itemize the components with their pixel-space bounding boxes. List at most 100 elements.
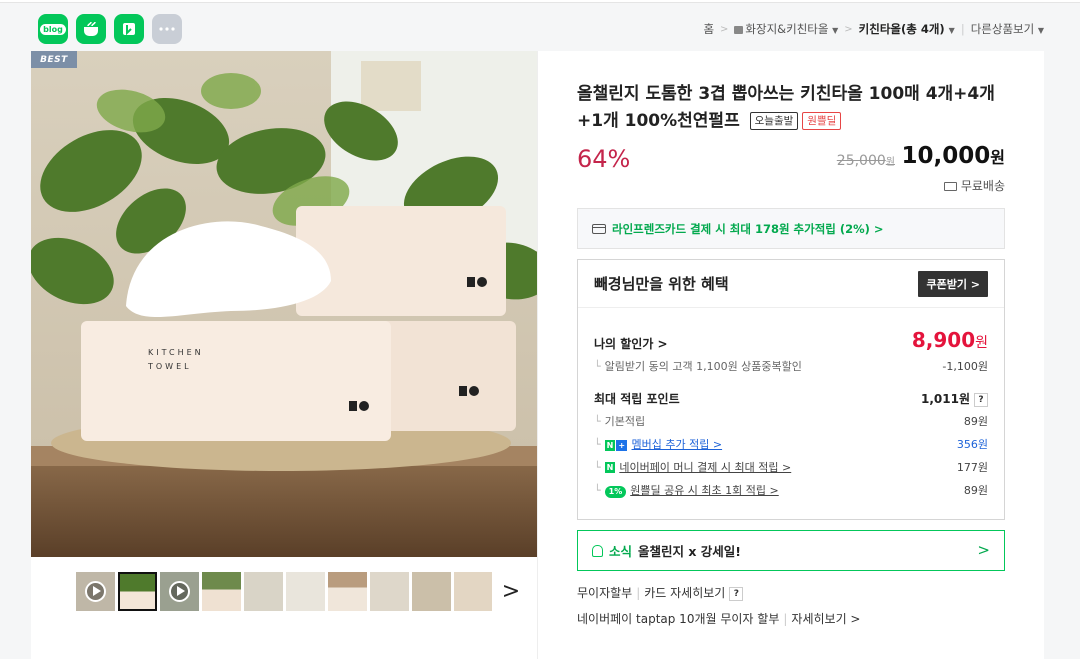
product-photo-illustration: KITCHEN TOWEL — [31, 51, 537, 557]
basic-point-text: 기본적립 — [604, 415, 646, 428]
coupon-button[interactable]: 쿠폰받기 > — [918, 270, 988, 297]
breadcrumb-home[interactable]: 홈 — [703, 21, 714, 37]
card-benefit-text: 라인프렌즈카드 결제 시 최대 178원 추가적립 (2%) > — [612, 221, 884, 236]
share-point-row: └ 1% 원쁠딜 공유 시 최초 1회 적립 > 89원 — [578, 480, 1004, 500]
news-label: 소식 — [609, 544, 633, 559]
tree-branch-icon: └ — [594, 438, 601, 451]
my-price-unit: 원 — [975, 335, 988, 351]
sale-price-value: 10,000 — [901, 143, 991, 169]
share-link[interactable]: 원쁠딜 공유 시 최초 1회 적립 > — [630, 484, 779, 497]
thumbnail[interactable] — [328, 572, 367, 611]
tag-one-plus-deal: 원쁠딜 — [802, 112, 842, 130]
max-point-label: 최대 적립 포인트 — [594, 392, 680, 406]
chevron-right-icon: > — [977, 541, 990, 559]
product-image[interactable]: BEST KITCHEN TOWEL — [31, 51, 537, 557]
original-price-value: 25,000 — [836, 153, 886, 169]
max-point: 1,011원? — [921, 390, 988, 407]
original-price: 25,000원 — [837, 153, 895, 169]
more-icon[interactable] — [152, 14, 182, 44]
thumbnail[interactable] — [370, 572, 409, 611]
membership-point-value: 356원 — [956, 438, 988, 451]
play-icon — [85, 581, 106, 602]
thumbnail[interactable] — [244, 572, 283, 611]
installment-label: 무이자할부 — [577, 586, 633, 600]
chevron-right-icon: > — [720, 23, 729, 35]
blog-icon[interactable]: blog — [38, 14, 68, 44]
package-label: KITCHEN — [148, 348, 204, 357]
npay-point-label: └ N 네이버페이 머니 결제 시 최대 적립 > — [594, 459, 791, 475]
breadcrumb-category-label: 화장지&키친타올 — [745, 22, 829, 36]
basic-point-row: └ 기본적립 89원 — [578, 411, 1004, 431]
play-icon — [169, 581, 190, 602]
bookmark-icon[interactable] — [114, 14, 144, 44]
my-price: 8,900원 — [912, 328, 988, 352]
header: blog 홈 > 화장지&키친타올 ▼ > 키친타올(총 4개) ▼ | 다른상… — [0, 4, 1080, 50]
alarm-discount-label: └ 알림받기 동의 고객 1,100원 상품중복할인 — [594, 358, 802, 374]
credit-card-icon — [592, 223, 606, 234]
help-icon[interactable]: ? — [729, 587, 744, 601]
thumbnail-strip — [76, 572, 492, 611]
breadcrumb-current[interactable]: 키친타올(총 4개) ▼ — [859, 21, 955, 37]
thumbnail-selected[interactable] — [118, 572, 157, 611]
my-price-link[interactable]: 나의 할인가 > — [594, 335, 668, 352]
divider: | — [783, 612, 788, 626]
basic-point-value: 89원 — [963, 415, 988, 428]
thumbnail[interactable] — [412, 572, 451, 611]
max-point-row: 최대 적립 포인트 1,011원? — [578, 388, 1004, 408]
sale-price: 10,000원 — [902, 143, 1006, 169]
thumbnail[interactable] — [202, 572, 241, 611]
basic-point-label: └ 기본적립 — [594, 413, 645, 429]
npay-icon: N — [604, 462, 616, 473]
best-badge: BEST — [31, 51, 77, 68]
thumbnail[interactable] — [76, 572, 115, 611]
membership-point-label: └ N + 멤버십 추가 적립 > — [594, 436, 722, 452]
thumbnail[interactable] — [286, 572, 325, 611]
share-bar: blog — [38, 14, 182, 44]
caret-down-icon: ▼ — [1037, 26, 1044, 35]
breadcrumb-other-label: 다른상품보기 — [970, 22, 1035, 36]
thumbnail[interactable] — [454, 572, 492, 611]
breadcrumb-other[interactable]: 다른상품보기 ▼ — [971, 21, 1044, 37]
truck-icon — [943, 182, 957, 191]
percent-badge-icon: 1% — [604, 486, 627, 498]
card-detail-link[interactable]: 카드 자세히보기 — [644, 586, 725, 600]
installment-row: 무이자할부 | 카드 자세히보기? — [577, 584, 1005, 601]
help-icon[interactable]: ? — [974, 393, 988, 407]
breadcrumb: 홈 > 화장지&키친타올 ▼ > 키친타올(총 4개) ▼ | 다른상품보기 ▼ — [703, 21, 1044, 37]
price-row: 64% 25,000원 10,000원 — [577, 143, 1005, 177]
share-point-value: 89원 — [963, 484, 988, 497]
original-price-unit: 원 — [885, 157, 895, 168]
my-price-value: 8,900 — [911, 328, 976, 352]
thumbnail[interactable] — [160, 572, 199, 611]
news-text: 올챌린지 x 강세일! — [638, 544, 741, 559]
caret-down-icon: ▼ — [832, 26, 839, 35]
chevron-right-icon[interactable]: > — [501, 579, 521, 604]
breadcrumb-current-label: 키친타올(총 4개) — [858, 22, 945, 36]
folder-icon — [734, 25, 744, 34]
product-card: BEST KITCHEN TOWEL > 올챌린지 도톰한 3겹 뽑아쓰는 키친… — [31, 51, 1044, 659]
shipping-label: 무료배송 — [960, 179, 1005, 193]
sale-price-unit: 원 — [990, 148, 1005, 167]
divider: | — [636, 586, 641, 600]
chevron-right-icon: > — [844, 23, 853, 35]
benefit-box: 빼경님만을 위한 혜택 쿠폰받기 > 나의 할인가 > 8,900원 └ 알림받기… — [577, 259, 1005, 520]
talk-icon[interactable] — [76, 14, 106, 44]
discount-rate: 64% — [577, 145, 631, 173]
tree-branch-icon: └ — [594, 484, 601, 497]
product-title: 올챌린지 도톰한 3겹 뽑아쓰는 키친타올 100매 4개+4개+1개 100%… — [577, 81, 1005, 135]
taptap-label: 네이버페이 taptap 10개월 무이자 할부 — [577, 612, 780, 626]
my-price-row: 나의 할인가 > 8,900원 — [578, 328, 1004, 358]
npay-link[interactable]: 네이버페이 머니 결제 시 최대 적립 > — [619, 461, 791, 474]
npay-point-value: 177원 — [956, 461, 988, 474]
breadcrumb-category[interactable]: 화장지&키친타올 ▼ — [734, 21, 838, 37]
card-benefit-banner[interactable]: 라인프렌즈카드 결제 시 최대 178원 추가적립 (2%) > — [577, 208, 1005, 249]
benefit-header: 빼경님만을 위한 혜택 쿠폰받기 > — [578, 260, 1004, 308]
taptap-detail-link[interactable]: 자세히보기 > — [791, 612, 860, 626]
max-point-value: 1,011원 — [921, 392, 970, 406]
tree-branch-icon: └ — [594, 415, 601, 428]
share-point-label: └ 1% 원쁠딜 공유 시 최초 1회 적립 > — [594, 482, 779, 498]
package-label: TOWEL — [147, 362, 192, 371]
naver-n-icon: N — [604, 440, 616, 451]
membership-link[interactable]: 멤버십 추가 적립 > — [632, 438, 723, 451]
news-banner[interactable]: 소식 올챌린지 x 강세일! > — [577, 530, 1005, 571]
